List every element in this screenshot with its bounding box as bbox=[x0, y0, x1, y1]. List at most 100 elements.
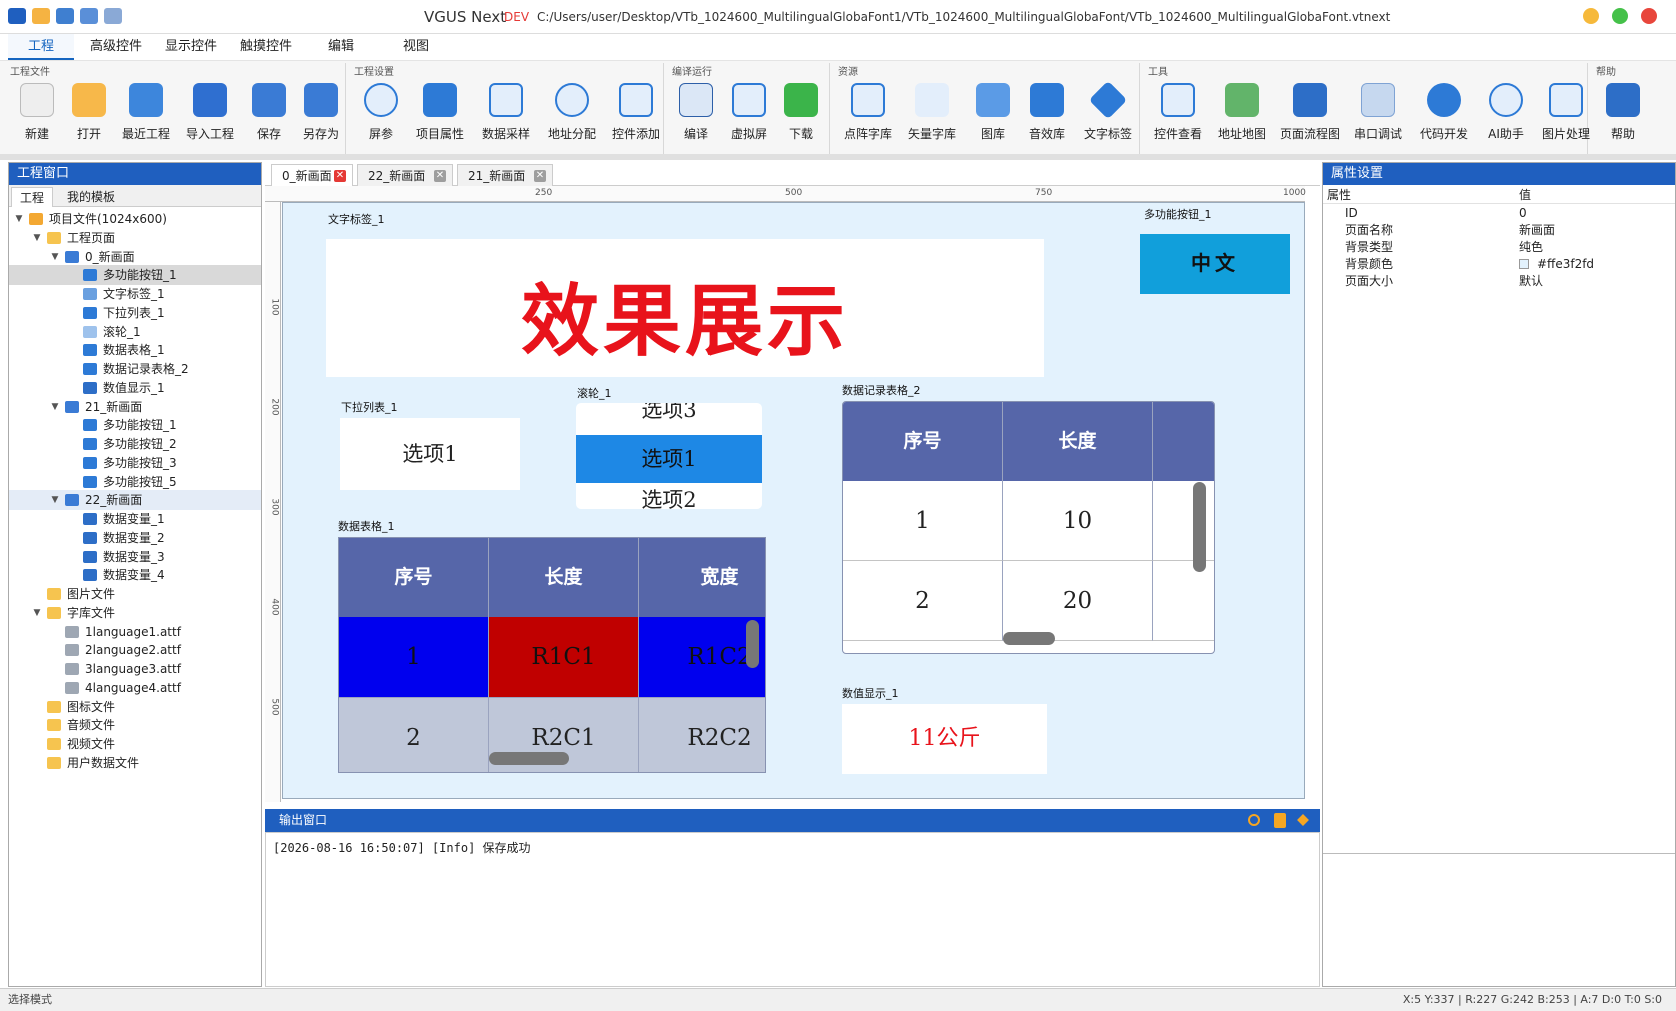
table-vertical-scrollbar[interactable] bbox=[746, 620, 759, 668]
property-value[interactable]: 0 bbox=[1519, 205, 1527, 222]
chevron-down-icon[interactable]: ▼ bbox=[31, 603, 43, 623]
tree-item[interactable]: 4language4.attf bbox=[9, 678, 261, 698]
tree-item[interactable]: 滚轮_1 bbox=[9, 322, 261, 342]
tree-item[interactable]: 多功能按钮_1 bbox=[9, 265, 261, 286]
data-record-table-widget[interactable]: 序号 长度 1 10 2 20 bbox=[842, 401, 1215, 654]
tree-item[interactable]: 文字标签_1 bbox=[9, 284, 261, 304]
close-icon[interactable]: ✕ bbox=[334, 170, 346, 182]
color-swatch[interactable] bbox=[1519, 259, 1529, 269]
doc-tab-page-21[interactable]: 21_新画面 ✕ bbox=[457, 164, 553, 186]
chevron-down-icon[interactable]: ▼ bbox=[49, 247, 61, 267]
tree-item[interactable]: 用户数据文件 bbox=[9, 753, 261, 773]
close-button[interactable] bbox=[1641, 8, 1657, 24]
design-canvas[interactable]: 文字标签_1 效果展示 多功能按钮_1 中文 下拉列表_1 选项1 滚轮_1 选… bbox=[282, 202, 1305, 799]
roller-option-below[interactable]: 选项2 bbox=[576, 485, 762, 509]
chevron-down-icon[interactable]: ▼ bbox=[49, 490, 61, 510]
property-row[interactable]: 背景颜色 #ffe3f2fd bbox=[1323, 256, 1675, 273]
multi-function-button-widget[interactable]: 中文 bbox=[1140, 234, 1290, 294]
tab-my-templates[interactable]: 我的模板 bbox=[59, 187, 123, 207]
roller-option-above[interactable]: 选项3 bbox=[576, 403, 762, 425]
search-icon[interactable] bbox=[1248, 814, 1260, 826]
import-project-button[interactable]: 导入工程 bbox=[178, 79, 242, 151]
tree-item[interactable]: 数据表格_1 bbox=[9, 340, 261, 360]
address-map-button[interactable]: 地址地图 bbox=[1210, 79, 1274, 151]
tree-item[interactable]: 多功能按钮_5 bbox=[9, 472, 261, 492]
tree-item[interactable]: 数值显示_1 bbox=[9, 378, 261, 398]
code-dev-button[interactable]: 代码开发 bbox=[1412, 79, 1476, 151]
close-icon[interactable]: ✕ bbox=[534, 170, 546, 182]
table-cell[interactable]: 10 bbox=[1003, 481, 1153, 561]
menu-tab-touch-widgets[interactable]: 触摸控件 bbox=[230, 34, 302, 60]
numeric-display-widget[interactable]: 11公斤 bbox=[842, 704, 1047, 774]
chevron-down-icon[interactable]: ▼ bbox=[49, 397, 61, 417]
tree-item[interactable]: 数据变量_1 bbox=[9, 509, 261, 529]
data-sample-button[interactable]: 数据采样 bbox=[474, 79, 538, 151]
tree-item[interactable]: ▼ 0_新画面 bbox=[9, 247, 261, 267]
table-cell[interactable]: 2 bbox=[339, 697, 489, 772]
tree-item[interactable]: 数据记录表格_2 bbox=[9, 359, 261, 379]
table-horizontal-scrollbar[interactable] bbox=[489, 752, 569, 765]
ai-assistant-button[interactable]: AI助手 bbox=[1478, 79, 1534, 151]
tree-item[interactable]: 2language2.attf bbox=[9, 640, 261, 660]
menu-tab-advanced-widgets[interactable]: 高级控件 bbox=[80, 34, 152, 60]
widget-inspect-button[interactable]: 控件查看 bbox=[1146, 79, 1210, 151]
tree-item[interactable]: ▼ 22_新画面 bbox=[9, 490, 261, 511]
clear-broom-icon[interactable] bbox=[1297, 814, 1309, 826]
tree-item[interactable]: 视频文件 bbox=[9, 734, 261, 754]
table-cell[interactable]: R2C2 bbox=[639, 697, 765, 772]
text-tag-button[interactable]: 文字标签 bbox=[1076, 79, 1140, 151]
vector-font-button[interactable]: 矢量字库 bbox=[900, 79, 964, 151]
property-value[interactable]: 默认 bbox=[1519, 273, 1543, 290]
menu-tab-edit[interactable]: 编辑 bbox=[305, 34, 377, 60]
bitmap-font-button[interactable]: 点阵字库 bbox=[836, 79, 900, 151]
property-value[interactable]: 纯色 bbox=[1519, 239, 1543, 256]
text-label-widget[interactable]: 效果展示 bbox=[326, 239, 1044, 377]
property-value[interactable]: #ffe3f2fd bbox=[1537, 256, 1594, 273]
minimize-button[interactable] bbox=[1583, 8, 1599, 24]
property-row[interactable]: ID 0 bbox=[1323, 205, 1675, 222]
compile-button[interactable]: 编译 bbox=[670, 79, 722, 151]
table-cell[interactable]: 1 bbox=[843, 481, 1003, 561]
tree-item[interactable]: 图片文件 bbox=[9, 584, 261, 604]
property-row[interactable]: 页面大小 默认 bbox=[1323, 273, 1675, 290]
table-horizontal-scrollbar[interactable] bbox=[1003, 632, 1055, 645]
tree-item[interactable]: ▼ 工程页面 bbox=[9, 228, 261, 248]
save-button[interactable]: 保存 bbox=[242, 79, 296, 151]
quick-save-icon[interactable] bbox=[56, 8, 74, 24]
project-properties-button[interactable]: 项目属性 bbox=[408, 79, 472, 151]
table-cell[interactable]: R1C1 bbox=[489, 617, 639, 697]
tree-item[interactable]: 多功能按钮_1 bbox=[9, 415, 261, 435]
help-button[interactable]: 帮助 bbox=[1596, 79, 1650, 151]
tree-item[interactable]: ▼ 21_新画面 bbox=[9, 397, 261, 417]
table-cell[interactable]: 2 bbox=[843, 561, 1003, 641]
tree-item[interactable]: 图标文件 bbox=[9, 697, 261, 717]
quick-compile-icon[interactable] bbox=[80, 8, 98, 24]
tree-item[interactable]: 数据变量_4 bbox=[9, 565, 261, 585]
property-row[interactable]: 背景类型 纯色 bbox=[1323, 239, 1675, 256]
open-button[interactable]: 打开 bbox=[62, 79, 116, 151]
tree-item[interactable]: ▼ 字库文件 bbox=[9, 603, 261, 623]
ribbon-scrollbar[interactable] bbox=[0, 154, 1676, 160]
property-row[interactable]: 页面名称 新画面 bbox=[1323, 222, 1675, 239]
table-cell[interactable]: 1 bbox=[339, 617, 489, 697]
address-allocation-button[interactable]: 地址分配 bbox=[540, 79, 604, 151]
chevron-down-icon[interactable]: ▼ bbox=[31, 228, 43, 248]
tree-item[interactable]: 多功能按钮_3 bbox=[9, 453, 261, 473]
data-table-widget[interactable]: 序号 长度 宽度 1 R1C1 R1C2 2 R2C1 R2C2 bbox=[338, 537, 766, 773]
image-library-button[interactable]: 图库 bbox=[966, 79, 1020, 151]
serial-debug-button[interactable]: 串口调试 bbox=[1346, 79, 1410, 151]
add-widget-button[interactable]: 控件添加 bbox=[604, 79, 668, 151]
audio-library-button[interactable]: 音效库 bbox=[1020, 79, 1074, 151]
menu-tab-display-widgets[interactable]: 显示控件 bbox=[155, 34, 227, 60]
log-file-icon[interactable] bbox=[1274, 813, 1286, 828]
menu-tab-view[interactable]: 视图 bbox=[380, 34, 452, 60]
tab-project[interactable]: 工程 bbox=[11, 187, 54, 207]
quick-preview-icon[interactable] bbox=[104, 8, 122, 24]
new-button[interactable]: 新建 bbox=[10, 79, 64, 151]
doc-tab-page-0[interactable]: 0_新画面 ✕ bbox=[271, 164, 353, 186]
tree-item[interactable]: 3language3.attf bbox=[9, 659, 261, 679]
table-cell[interactable] bbox=[1153, 561, 1214, 641]
doc-tab-page-22[interactable]: 22_新画面 ✕ bbox=[357, 164, 453, 186]
tree-item[interactable]: ▼ 项目文件(1024x600) bbox=[9, 209, 261, 229]
maximize-button[interactable] bbox=[1612, 8, 1628, 24]
